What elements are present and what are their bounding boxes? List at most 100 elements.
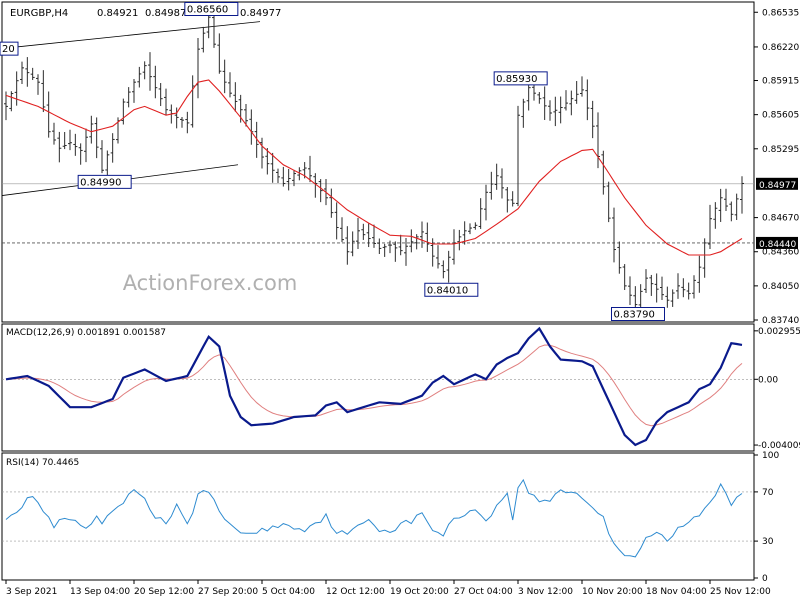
ohlc-bar — [500, 168, 504, 199]
ohlc-bar — [686, 282, 691, 300]
price-axis-label: 0.83740 — [762, 316, 799, 326]
price-annotation-label: 0.83790 — [614, 309, 655, 320]
time-axis-label: 25 Nov 12:00 — [710, 587, 771, 597]
price-annotation-label: 0.84990 — [80, 177, 121, 188]
time-axis-label: 5 Oct 04:00 — [262, 587, 315, 597]
watermark: ActionForex.com — [123, 271, 298, 295]
ohlc-bar — [420, 221, 424, 248]
ohlc-bar — [521, 98, 526, 128]
price-panel-frame — [1, 1, 755, 323]
ohlc-bar — [446, 250, 451, 283]
ohlc-bar — [153, 65, 158, 99]
ohlc-bar — [654, 273, 659, 303]
time-axis-label: 3 Nov 12:00 — [518, 587, 573, 597]
ohlc-bar — [553, 96, 558, 127]
ohlc-bar — [670, 289, 675, 307]
ohlc-bar — [260, 137, 264, 169]
macd-label: MACD(12,26,9) 0.001891 0.001587 — [6, 328, 166, 338]
ohlc-bar — [142, 61, 147, 80]
ohlc-bar — [441, 260, 446, 279]
rsi-layer — [2, 478, 754, 558]
ohlc-bar — [62, 132, 67, 150]
tags-layer: 0.86560 0.84990 0.85930 0.84010 0.83790 20 0.8… — [0, 2, 798, 321]
ohlc-bar — [414, 234, 419, 250]
ohlc-bar — [350, 231, 355, 257]
ohlc-bar — [361, 223, 366, 240]
rsi-axis-label: 30 — [762, 537, 774, 547]
ohlc-bar — [110, 133, 115, 163]
macd-layer — [2, 326, 754, 447]
time-axis-label: 12 Oct 12:00 — [326, 587, 385, 597]
price-annotation-label: 0.84010 — [427, 285, 468, 296]
ohlc-bar — [356, 217, 360, 250]
macd-axis-label: 0.00 — [758, 375, 778, 385]
ohlc-bar — [612, 207, 616, 263]
ohlc-bar — [606, 181, 611, 223]
ohlc-bar — [484, 184, 488, 221]
ohlc-bar — [697, 255, 702, 293]
ohlc-bar — [137, 66, 142, 88]
ohlc-bar — [478, 198, 483, 229]
ohlc-bar — [276, 168, 280, 184]
ohlc-bar — [30, 67, 35, 81]
ohlc-bar — [681, 278, 686, 298]
ohlc-bar — [196, 38, 200, 99]
ohlc-bar — [718, 188, 723, 222]
ohlc-bar — [692, 275, 696, 299]
price-annotation: 20 — [0, 41, 19, 56]
ohlc-bar — [9, 91, 14, 112]
ohlc-bar — [121, 98, 126, 125]
price-annotation: 0.86560 — [184, 2, 239, 17]
ohlc-bar — [228, 72, 232, 98]
ohlc-high: 0.84987 — [145, 8, 186, 19]
ohlc-bar — [372, 224, 376, 248]
time-axis-label: 10 Nov 20:00 — [582, 587, 643, 597]
ohlc-bar — [126, 87, 131, 108]
ohlc-bar — [73, 133, 78, 156]
price-annotation: 0.84010 — [424, 282, 479, 297]
ohlc-bar — [409, 229, 414, 253]
macd-axis-label: 0.002955 — [758, 327, 800, 337]
ohlc-bar — [212, 14, 216, 48]
ohlc-bar — [622, 264, 627, 290]
ohlc-bar — [708, 204, 712, 250]
rsi-axis-label: 100 — [762, 451, 779, 461]
price-annotation-label: 20 — [2, 44, 15, 55]
ohlc-bar — [436, 245, 440, 269]
price-annotation: 0.84990 — [77, 174, 132, 189]
price-annotation: 0.83790 — [611, 306, 665, 321]
ohlc-bar — [676, 273, 680, 299]
ohlc-bar — [366, 223, 371, 248]
ohlc-bar — [489, 171, 494, 200]
ohlc-bar — [548, 100, 552, 121]
price-axis-label: 0.86535 — [762, 8, 799, 18]
ohlc-bar — [36, 74, 40, 95]
ohlc-bar — [398, 234, 403, 256]
ohlc-bar — [286, 168, 291, 191]
eurgbp-h4-chart: ActionForex.com EURGBP,H4 0.84921 0.8498… — [0, 0, 800, 600]
ohlc-bar — [329, 188, 334, 218]
ohlc-bar — [148, 52, 152, 91]
ohlc-bar — [580, 76, 584, 97]
macd-signal-line — [5, 344, 743, 427]
ohlc-bar — [713, 202, 718, 229]
ohlc-bar — [473, 222, 478, 230]
ohlc-bar — [132, 79, 136, 103]
price-axis-label: 0.85295 — [762, 145, 799, 155]
ohlc-bar — [425, 222, 430, 252]
ohlc-bar — [180, 116, 184, 128]
ohlc-bar — [404, 237, 408, 266]
ohlc-bar — [164, 88, 168, 116]
symbol-label: EURGBP,H4 — [10, 8, 68, 19]
ohlc-bar — [185, 111, 190, 134]
ohlc-bar — [644, 269, 648, 294]
ohlc-bar — [41, 70, 46, 113]
ohlc-bar — [217, 33, 222, 74]
price-axis-label: 0.86220 — [762, 43, 799, 53]
ohlc-bar — [158, 83, 163, 107]
ohlc-bar — [590, 100, 595, 139]
level-price-label: 0.84440 — [759, 240, 796, 250]
current-price-label: 0.84977 — [759, 181, 796, 191]
ohlc-bar — [585, 79, 590, 121]
macd-panel-frame — [1, 323, 755, 452]
